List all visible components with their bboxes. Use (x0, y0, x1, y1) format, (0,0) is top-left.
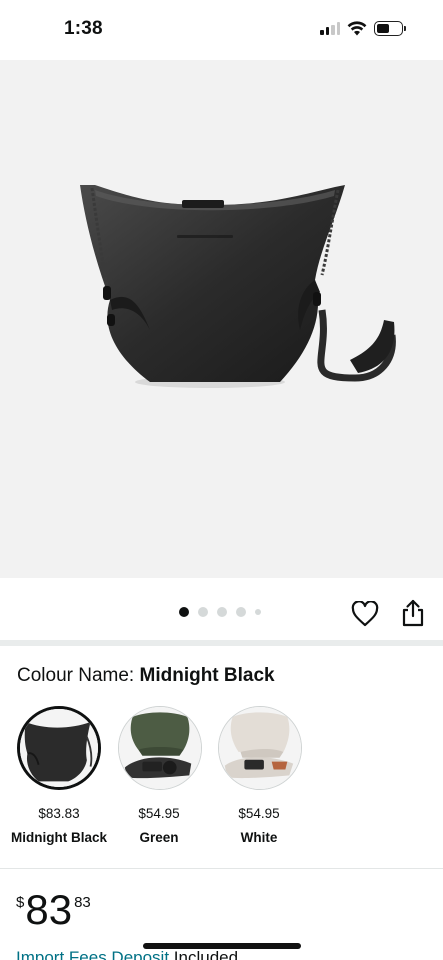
colour-selected-value: Midnight Black (139, 665, 275, 686)
product-image[interactable] (0, 60, 443, 578)
colour-swatch-midnight-black[interactable] (17, 706, 101, 790)
price-currency-symbol: $ (16, 894, 25, 911)
product-bag-image (80, 185, 396, 388)
swatch-green-bag-image (119, 707, 201, 789)
carousel-dot[interactable] (198, 607, 208, 617)
import-fees-suffix: Included (169, 948, 239, 960)
status-time: 1:38 (64, 18, 103, 39)
status-icons (320, 21, 406, 36)
swatch-price: $54.95 (138, 806, 180, 821)
cellular-signal-icon (320, 22, 340, 35)
carousel-dot[interactable] (236, 607, 246, 617)
section-divider (0, 640, 443, 646)
colour-swatch-green[interactable] (118, 706, 202, 790)
share-icon[interactable] (401, 599, 425, 627)
swatch-price: $83.83 (38, 806, 80, 821)
import-fees-link[interactable]: Import Fees Deposit (16, 948, 169, 960)
price-fraction: 83 (74, 894, 91, 911)
colour-swatch-white[interactable] (218, 706, 302, 790)
section-divider (0, 868, 443, 869)
carousel-dots[interactable] (179, 607, 261, 617)
wifi-icon (347, 21, 367, 36)
colour-label-text: Colour Name: (17, 665, 135, 686)
swatch-name: Green (139, 830, 179, 845)
carousel-dot[interactable] (255, 609, 261, 615)
swatch-white-bag-image (219, 707, 301, 789)
carousel-dot[interactable] (179, 607, 189, 617)
product-price: $ 83 83 (16, 888, 91, 936)
swatch-black-bag-image (20, 709, 98, 787)
battery-icon (374, 21, 406, 36)
import-fees-line: Import Fees Deposit Included (16, 948, 238, 960)
swatch-name: White (240, 830, 278, 845)
home-indicator[interactable] (143, 943, 301, 949)
swatch-name: Midnight Black (10, 830, 107, 845)
status-bar: 1:38 (0, 0, 443, 60)
price-whole: 83 (25, 886, 73, 933)
colour-name-label: Colour Name: Midnight Black (17, 665, 275, 687)
heart-icon[interactable] (351, 601, 379, 627)
carousel-dot[interactable] (217, 607, 227, 617)
swatch-price: $54.95 (238, 806, 280, 821)
